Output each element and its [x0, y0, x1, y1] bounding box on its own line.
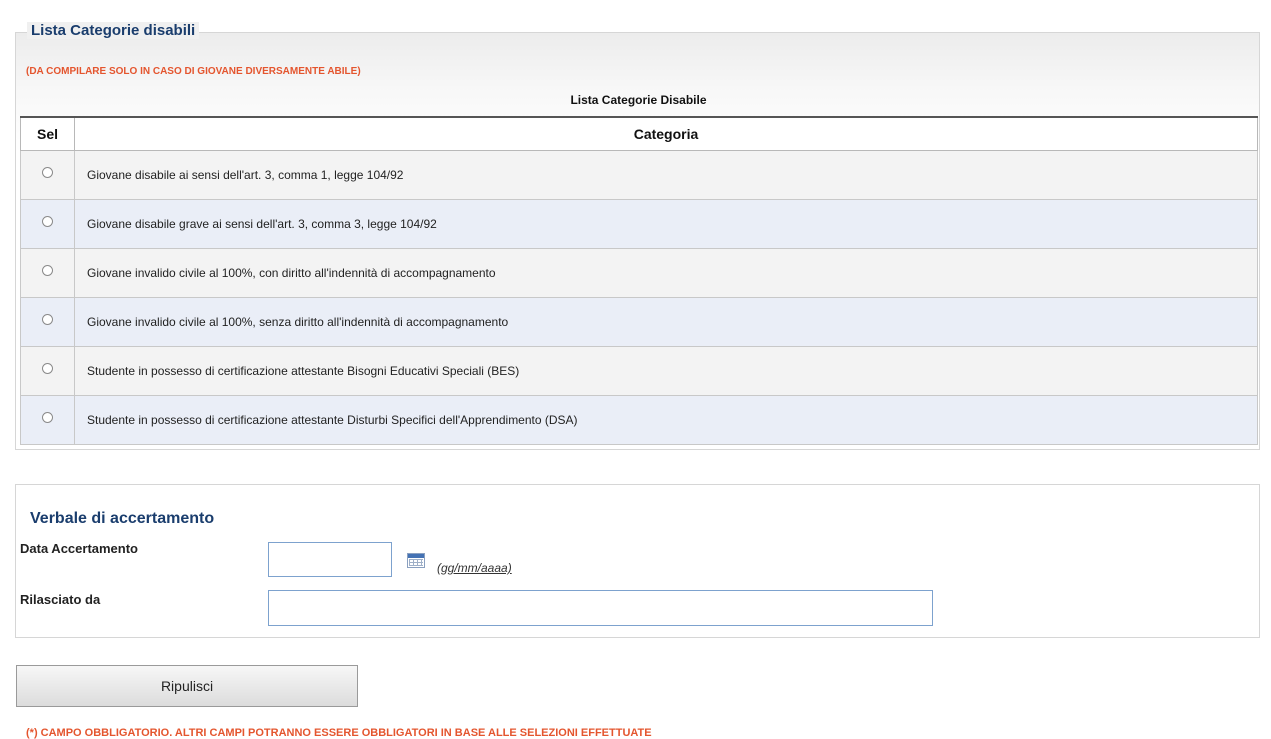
category-label: Giovane disabile ai sensi dell'art. 3, c…	[74, 150, 1258, 200]
category-radio[interactable]	[42, 216, 53, 228]
issued-by-label: Rilasciato da	[20, 592, 101, 607]
table-row: Giovane invalido civile al 100%, con dir…	[20, 248, 1258, 298]
mandatory-footnote: (*) CAMPO OBBLIGATORIO. ALTRI CAMPI POTR…	[26, 727, 652, 739]
column-header-sel: Sel	[20, 116, 75, 151]
category-radio[interactable]	[42, 167, 53, 179]
select-cell	[20, 297, 75, 347]
table-row: Giovane disabile ai sensi dell'art. 3, c…	[20, 150, 1258, 200]
category-radio[interactable]	[42, 314, 53, 326]
category-radio[interactable]	[42, 265, 53, 277]
category-label: Giovane invalido civile al 100%, con dir…	[74, 248, 1258, 298]
category-label: Giovane invalido civile al 100%, senza d…	[74, 297, 1258, 347]
table-row: Studente in possesso di certificazione a…	[20, 346, 1258, 396]
calendar-icon-grid	[409, 559, 423, 566]
table-row: Giovane disabile grave ai sensi dell'art…	[20, 199, 1258, 249]
select-cell	[20, 199, 75, 249]
date-label: Data Accertamento	[20, 541, 139, 556]
calendar-icon-header	[408, 554, 424, 558]
select-cell	[20, 346, 75, 396]
categories-table: Sel Categoria Giovane disabile ai sensi …	[20, 116, 1258, 445]
verbale-section-title: Verbale di accertamento	[30, 510, 215, 527]
select-cell	[20, 395, 75, 445]
category-label: Studente in possesso di certificazione a…	[74, 395, 1258, 445]
date-format-hint: (gg/mm/aaaa)	[437, 561, 512, 575]
category-radio[interactable]	[42, 363, 53, 375]
calendar-icon[interactable]	[407, 553, 425, 568]
column-header-categoria: Categoria	[74, 116, 1258, 151]
category-radio[interactable]	[42, 412, 53, 424]
table-row: Studente in possesso di certificazione a…	[20, 395, 1258, 445]
category-label: Giovane disabile grave ai sensi dell'art…	[74, 199, 1258, 249]
categories-table-caption: Lista Categorie Disabile	[570, 93, 707, 107]
select-cell	[20, 248, 75, 298]
disabled-categories-legend: Lista Categorie disabili	[27, 22, 200, 39]
clear-button[interactable]: Ripulisci	[16, 665, 358, 707]
category-label: Studente in possesso di certificazione a…	[74, 346, 1258, 396]
date-input[interactable]	[268, 542, 392, 577]
disabled-only-note: (DA COMPILARE SOLO IN CASO DI GIOVANE DI…	[26, 66, 361, 77]
issued-by-input[interactable]	[268, 590, 933, 626]
table-row: Giovane invalido civile al 100%, senza d…	[20, 297, 1258, 347]
table-header-row: Sel Categoria	[20, 116, 1258, 151]
select-cell	[20, 150, 75, 200]
